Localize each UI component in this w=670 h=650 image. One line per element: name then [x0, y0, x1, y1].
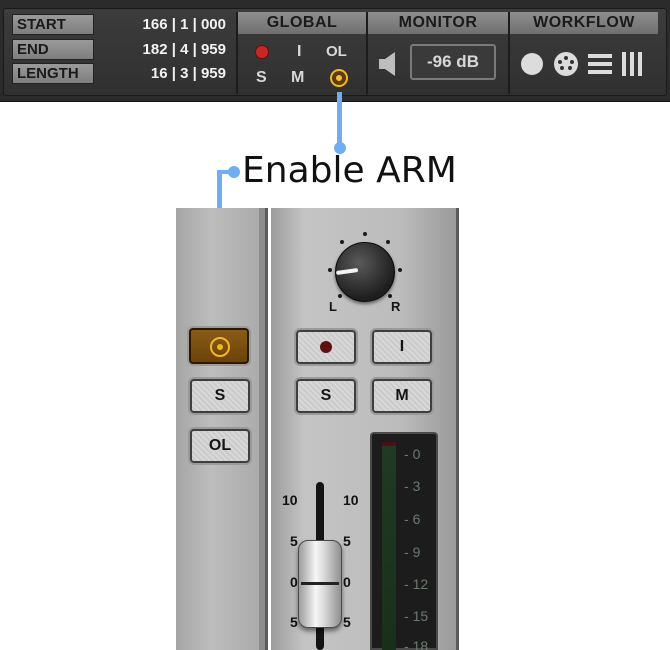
circle-icon[interactable]	[520, 52, 544, 76]
speaker-icon[interactable]	[378, 51, 400, 77]
meter-scale-label: - 6	[404, 511, 421, 527]
length-label: LENGTH	[12, 63, 94, 84]
knob-tick	[328, 268, 332, 272]
global-arm-button[interactable]	[330, 69, 348, 87]
global-title: GLOBAL	[238, 12, 366, 34]
pan-left-label: L	[329, 299, 337, 314]
knob-tick	[386, 240, 390, 244]
global-solo-button[interactable]: S	[256, 69, 267, 87]
fader-scale-left-10: 10	[282, 492, 298, 508]
midi-icon[interactable]	[553, 51, 579, 77]
end-value[interactable]: 182 | 4 | 959	[100, 40, 226, 60]
strip-left-solo-button[interactable]: S	[190, 379, 250, 413]
strip-input-button[interactable]: I	[372, 330, 432, 364]
meter-scale-label: - 18	[404, 638, 429, 650]
meter-bar	[382, 442, 396, 650]
knob-tick	[340, 240, 344, 244]
workflow-title: WORKFLOW	[510, 12, 658, 34]
transport-bar: START 166 | 1 | 000 END 182 | 4 | 959 LE…	[0, 0, 670, 102]
volume-fader-handle[interactable]	[298, 540, 342, 628]
start-label: START	[12, 14, 94, 35]
meter-scale-label: - 12	[404, 576, 429, 592]
strip-online-button[interactable]: OL	[190, 429, 250, 463]
fader-scale-right-10: 10	[343, 492, 359, 508]
monitor-level-display[interactable]: -96 dB	[410, 44, 496, 80]
meter-scale-label: - 3	[404, 478, 421, 494]
fader-scale-left-5b: 5	[290, 614, 298, 630]
fader-scale-right-5b: 5	[343, 614, 351, 630]
fader-scale-left-0: 0	[290, 574, 298, 590]
strip-record-button[interactable]	[296, 330, 356, 364]
fader-scale-right-0: 0	[343, 574, 351, 590]
mixer-icon[interactable]	[621, 52, 647, 76]
global-record-button[interactable]	[255, 45, 269, 59]
strip-solo-button[interactable]: S	[296, 379, 356, 413]
callout-label: Enable ARM	[242, 150, 457, 191]
strip-mute-button[interactable]: M	[372, 379, 432, 413]
meter-scale-label: - 15	[404, 608, 429, 624]
level-meter: - 0 - 3 - 6 - 9 - 12 - 15 - 18	[370, 432, 438, 650]
knob-tick	[388, 294, 392, 298]
knob-tick	[398, 268, 402, 272]
knob-tick	[338, 294, 342, 298]
fader-scale-left-5: 5	[290, 533, 298, 549]
strip-arm-button[interactable]	[189, 328, 249, 364]
global-mute-button[interactable]: M	[291, 69, 304, 87]
start-value[interactable]: 166 | 1 | 000	[100, 15, 226, 35]
length-value[interactable]: 16 | 3 | 959	[100, 64, 226, 84]
global-input-button[interactable]: I	[297, 43, 301, 61]
callout-connector-top	[337, 92, 342, 148]
monitor-title: MONITOR	[368, 12, 508, 34]
arm-ring-icon	[210, 337, 230, 357]
fader-scale-right-5: 5	[343, 533, 351, 549]
meter-scale-label: - 9	[404, 544, 421, 560]
meter-peak-indicator	[382, 442, 396, 446]
record-dot-icon	[320, 340, 332, 353]
global-online-button[interactable]: OL	[326, 43, 347, 60]
list-icon[interactable]	[588, 54, 612, 74]
meter-scale-label: - 0	[404, 446, 421, 462]
knob-tick	[363, 232, 367, 236]
end-label: END	[12, 39, 94, 60]
pan-right-label: R	[391, 299, 401, 314]
